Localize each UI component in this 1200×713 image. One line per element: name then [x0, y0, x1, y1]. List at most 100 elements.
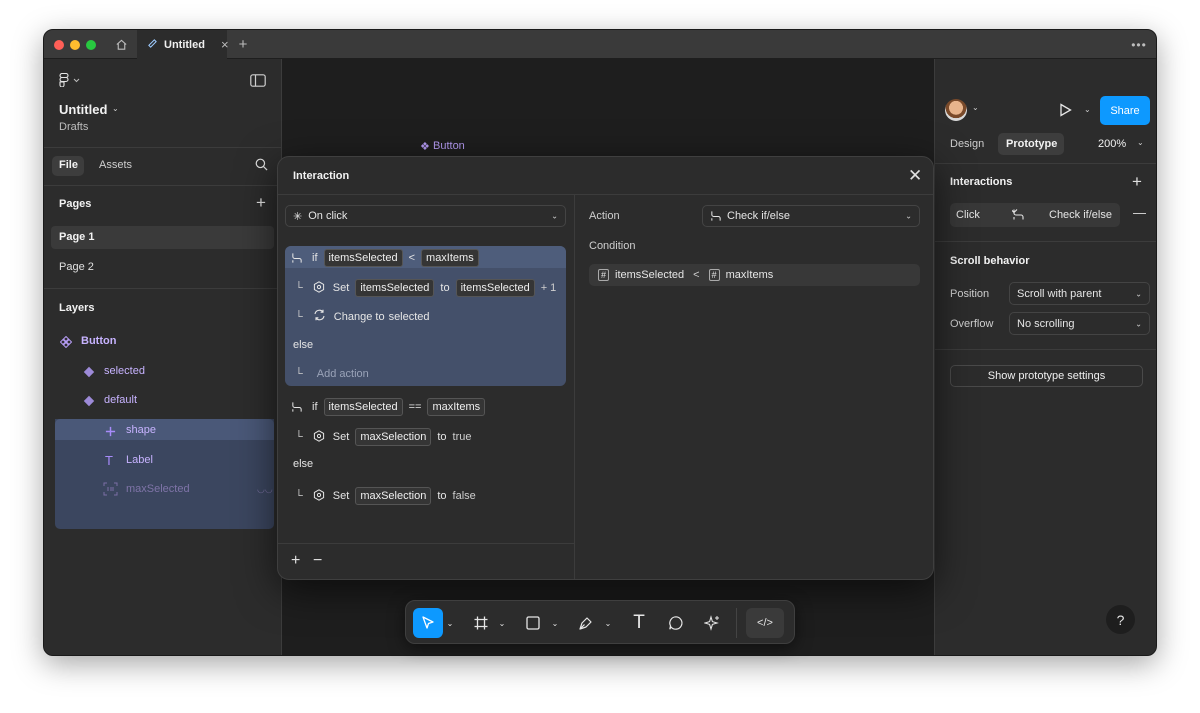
hidden-eye-icon[interactable]: ◡◡: [257, 484, 273, 495]
search-icon[interactable]: [255, 158, 268, 176]
zoom-chevron-icon[interactable]: ⌄: [1137, 138, 1144, 147]
more-icon[interactable]: •••: [1128, 30, 1150, 59]
tab-title: Untitled: [164, 38, 205, 51]
help-button[interactable]: ?: [1106, 605, 1135, 634]
variable-chip[interactable]: itemsSelected: [355, 279, 435, 297]
add-icon[interactable]: +: [291, 552, 300, 570]
change-keyword: Change to: [333, 310, 385, 323]
avatar[interactable]: [945, 99, 967, 121]
interaction-action[interactable]: Check if/else: [1049, 209, 1112, 221]
page-item-1[interactable]: Page 1: [59, 231, 94, 243]
variant-icon: [83, 394, 95, 412]
add-action-button[interactable]: Add action: [317, 368, 369, 380]
show-prototype-settings-button[interactable]: Show prototype settings: [950, 365, 1143, 387]
present-icon[interactable]: [1059, 103, 1072, 122]
expression-suffix: + 1: [540, 282, 557, 294]
share-button[interactable]: Share: [1100, 96, 1150, 125]
set-value[interactable]: true: [453, 431, 472, 443]
close-icon[interactable]: ✕: [908, 166, 922, 186]
remove-interaction-icon[interactable]: —: [1133, 205, 1146, 220]
sidebar-toggle-icon[interactable]: [250, 74, 266, 92]
if-keyword: if: [312, 252, 318, 264]
frame-tool-button[interactable]: [466, 608, 496, 638]
maximize-window-button[interactable]: [86, 40, 96, 50]
dev-mode-toggle[interactable]: </>: [746, 608, 784, 638]
if-else-icon: [292, 253, 302, 263]
action-row-change[interactable]: └ Change to selected: [295, 309, 430, 324]
avatar-chevron-icon[interactable]: ⌄: [972, 103, 979, 112]
condition-expression[interactable]: # itemsSelected < # maxItems: [589, 264, 920, 286]
add-action-row[interactable]: └ Add action: [295, 368, 369, 380]
main-menu-icon[interactable]: [59, 72, 81, 92]
close-window-button[interactable]: [54, 40, 64, 50]
trigger-select[interactable]: ✳ On click ⌄: [285, 205, 566, 227]
condition-variable[interactable]: itemsSelected: [615, 269, 684, 281]
file-location[interactable]: Drafts: [59, 121, 88, 133]
layer-label[interactable]: Label: [126, 454, 153, 466]
tab-untitled[interactable]: Untitled ×: [137, 30, 229, 59]
variable-chip[interactable]: maxItems: [427, 398, 486, 416]
chevron-down-icon[interactable]: ⌄: [550, 608, 560, 638]
overflow-select[interactable]: No scrolling ⌄: [1009, 312, 1150, 335]
layer-default[interactable]: default: [104, 394, 137, 406]
variable-chip[interactable]: itemsSelected: [455, 279, 535, 297]
variable-chip[interactable]: maxItems: [421, 249, 479, 267]
modal-title: Interaction: [293, 170, 350, 182]
new-tab-icon[interactable]: +: [232, 30, 254, 59]
pen-tool-button[interactable]: [571, 608, 601, 638]
condition-row-1[interactable]: if itemsSelected < maxItems: [291, 249, 479, 267]
action-row-set-3[interactable]: └ Set maxSelection to false: [295, 487, 476, 505]
variable-icon: [313, 429, 325, 445]
sparkle-icon: [703, 614, 719, 631]
tab-file[interactable]: File: [59, 159, 78, 171]
action-row-set-2[interactable]: └ Set maxSelection to true: [295, 428, 472, 446]
present-chevron-icon[interactable]: ⌄: [1084, 105, 1091, 114]
variable-chip[interactable]: maxSelection: [355, 428, 432, 446]
page-item-2[interactable]: Page 2: [59, 261, 94, 273]
condition-operator: <: [693, 269, 700, 281]
minimize-window-button[interactable]: [70, 40, 80, 50]
layer-selected[interactable]: selected: [104, 365, 145, 377]
chevron-down-icon[interactable]: ⌄: [497, 608, 507, 638]
text-tool-button[interactable]: T: [624, 608, 654, 638]
ai-tool-button[interactable]: [697, 608, 727, 638]
condition-rhs[interactable]: maxItems: [726, 269, 774, 281]
position-select[interactable]: Scroll with parent ⌄: [1009, 282, 1150, 305]
tab-design[interactable]: Design: [950, 138, 984, 150]
file-menu-chevron-icon[interactable]: ⌄: [112, 104, 119, 113]
shape-tool-button[interactable]: [518, 608, 548, 638]
layer-maxselected[interactable]: maxSelected: [126, 483, 190, 495]
home-icon[interactable]: [110, 30, 132, 59]
layer-shape[interactable]: shape: [126, 424, 156, 436]
chevron-down-icon: ⌄: [905, 211, 912, 221]
interaction-trigger[interactable]: Click: [956, 209, 980, 221]
variable-chip[interactable]: itemsSelected: [323, 398, 403, 416]
branch-icon: └: [295, 431, 303, 443]
comment-tool-button[interactable]: [661, 608, 691, 638]
design-file-icon: [147, 38, 158, 52]
change-target[interactable]: selected: [389, 311, 430, 323]
canvas-component-label[interactable]: Button: [433, 140, 465, 152]
overflow-label: Overflow: [950, 318, 994, 330]
variable-chip[interactable]: maxSelection: [355, 487, 432, 505]
tab-prototype[interactable]: Prototype: [1006, 138, 1057, 150]
chevron-down-icon[interactable]: ⌄: [445, 608, 455, 638]
chevron-down-icon[interactable]: ⌄: [603, 608, 613, 638]
move-tool-button[interactable]: [413, 608, 443, 638]
if-else-icon: [1010, 208, 1025, 226]
tab-assets[interactable]: Assets: [99, 159, 132, 171]
condition-row-2[interactable]: if itemsSelected == maxItems: [291, 398, 486, 416]
action-row-set[interactable]: └ Set itemsSelected to itemsSelected + 1: [295, 279, 556, 297]
remove-icon[interactable]: −: [313, 552, 322, 570]
add-page-icon[interactable]: +: [256, 193, 266, 213]
cross-icon: [105, 424, 116, 442]
close-tab-icon[interactable]: ×: [221, 37, 229, 52]
action-select[interactable]: Check if/else ⌄: [702, 205, 920, 227]
variable-chip[interactable]: itemsSelected: [323, 249, 403, 267]
zoom-level[interactable]: 200%: [1098, 138, 1126, 150]
add-interaction-icon[interactable]: +: [1132, 172, 1142, 192]
layer-button[interactable]: Button: [81, 335, 116, 347]
title-bar: Untitled × + •••: [44, 30, 1156, 59]
file-title[interactable]: Untitled: [59, 102, 107, 117]
set-value[interactable]: false: [453, 490, 476, 502]
